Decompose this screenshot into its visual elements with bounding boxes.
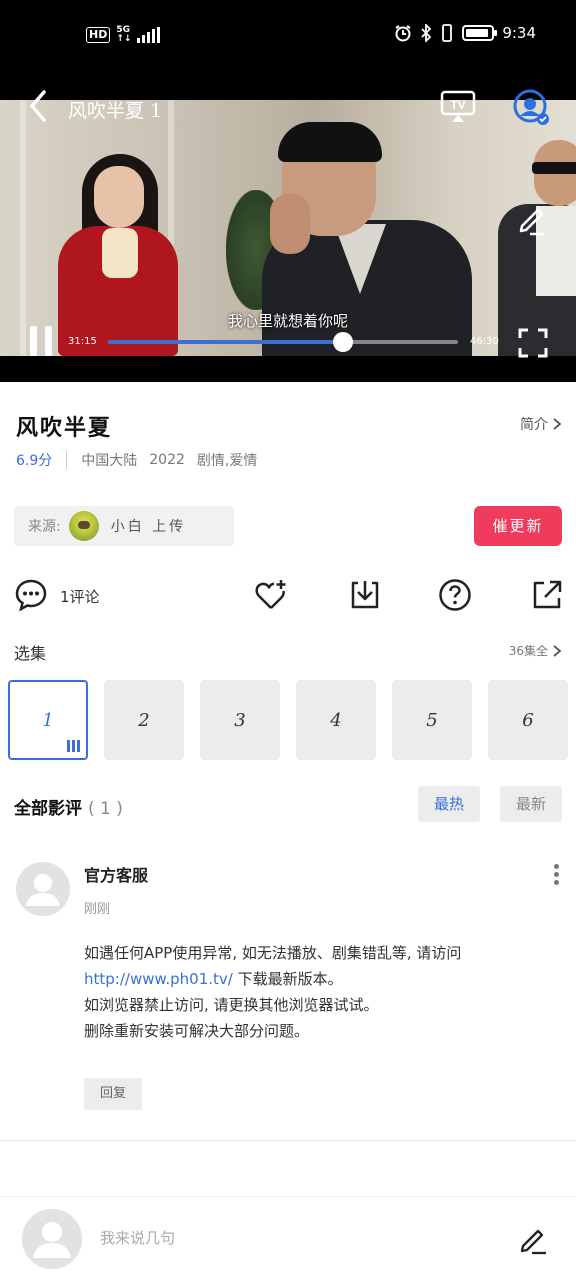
- comment-count[interactable]: 1评论: [60, 586, 100, 607]
- commenter-avatar-icon[interactable]: [16, 862, 70, 916]
- progress-bar[interactable]: [108, 332, 458, 352]
- uploader-name: 小白 上传: [110, 519, 187, 535]
- playing-indicator-icon: [67, 740, 80, 752]
- reply-button[interactable]: 回复: [84, 1078, 142, 1110]
- chevron-right-icon: [553, 644, 562, 657]
- download-icon[interactable]: [348, 578, 382, 612]
- episodes-all-label: 36集全: [508, 644, 548, 658]
- episodes-header: 选集 36集全: [14, 640, 562, 664]
- reviews-title-text: 全部影评: [14, 799, 82, 819]
- episode-number: 1: [42, 709, 54, 731]
- hd-badge: HD: [86, 27, 111, 43]
- total-time: 46:30: [470, 336, 499, 347]
- intro-link[interactable]: 简介: [520, 414, 562, 434]
- show-meta: 6.9分 中国大陆 2022 剧情,爱情: [16, 450, 257, 470]
- comment-input[interactable]: 我来说几句: [100, 1227, 175, 1248]
- current-time: 31:15: [68, 336, 97, 347]
- chevron-right-icon: [553, 418, 562, 430]
- episodes-label: 选集: [14, 644, 47, 663]
- status-right: 9:34: [394, 24, 536, 42]
- help-icon[interactable]: [438, 578, 472, 612]
- episode-item[interactable]: 4: [296, 680, 376, 760]
- episode-number: 4: [330, 709, 342, 731]
- back-icon[interactable]: [24, 88, 54, 124]
- source-label: 来源:: [28, 519, 61, 535]
- episodes-all-link[interactable]: 36集全: [509, 642, 562, 659]
- comment-line: 下载最新版本。: [232, 970, 343, 988]
- fullscreen-icon[interactable]: [518, 328, 548, 358]
- edit-icon[interactable]: [518, 1223, 548, 1255]
- danmaku-edit-icon[interactable]: [516, 202, 546, 236]
- status-bar: HD 5G ↑↓ 9:34: [0, 0, 576, 76]
- genre: 剧情,爱情: [196, 453, 258, 469]
- video-player[interactable]: 风吹半夏 1 TV 我心里就想着你呢 31:15 46:30: [0, 76, 576, 382]
- more-options-icon[interactable]: [552, 864, 560, 886]
- year: 2022: [149, 452, 185, 468]
- divider: [66, 451, 68, 469]
- favorite-add-icon[interactable]: [254, 578, 288, 612]
- network-indicator: 5G ↑↓: [116, 26, 131, 44]
- episode-item[interactable]: 3: [200, 680, 280, 760]
- video-subtitle: 我心里就想着你呢: [227, 312, 348, 330]
- alarm-icon: [395, 25, 411, 42]
- progress-fill: [108, 340, 343, 344]
- bluetooth-icon: [421, 24, 432, 42]
- progress-thumb[interactable]: [332, 332, 353, 352]
- show-title-row: 风吹半夏 简介: [16, 406, 562, 442]
- share-icon[interactable]: [530, 578, 564, 612]
- episode-item[interactable]: 2: [104, 680, 184, 760]
- intro-label: 简介: [520, 417, 548, 433]
- divider: [0, 1140, 576, 1141]
- battery-icon: [462, 25, 498, 41]
- comment-icon[interactable]: [14, 578, 48, 612]
- comment-line: 删除重新安装可解决大部分问题。: [84, 1022, 310, 1040]
- source-box[interactable]: 来源: 小白 上传: [14, 506, 234, 546]
- episode-item[interactable]: 1: [8, 680, 88, 760]
- request-update-button[interactable]: 催更新: [474, 506, 562, 546]
- reviews-header: 全部影评 ( 1 ) 最热 最新: [14, 786, 562, 822]
- sort-new-button[interactable]: 最新: [500, 786, 562, 822]
- player-title: 风吹半夏 1: [68, 100, 163, 122]
- user-avatar-icon[interactable]: [512, 88, 550, 126]
- comment-input-bar: 我来说几句: [0, 1196, 576, 1280]
- comment-time: 刚刚: [84, 902, 111, 917]
- episode-number: 3: [234, 709, 246, 731]
- reviews-title: 全部影评 ( 1 ): [14, 794, 123, 819]
- vibrate-icon: [442, 24, 453, 42]
- episode-number: 6: [522, 709, 534, 731]
- network-arrows: ↑↓: [116, 34, 132, 44]
- sort-hot-button[interactable]: 最热: [418, 786, 480, 822]
- signal-icon: [137, 27, 161, 43]
- show-title: 风吹半夏: [16, 415, 113, 441]
- clock: 9:34: [502, 24, 536, 42]
- comment-line: 如浏览器禁止访问, 请更换其他浏览器试试。: [84, 996, 379, 1014]
- my-avatar-icon: [22, 1209, 82, 1269]
- region: 中国大陆: [81, 453, 138, 469]
- comment-link[interactable]: http://www.ph01.tv/: [84, 970, 233, 988]
- status-left: HD 5G ↑↓: [86, 26, 161, 44]
- tv-cast-icon[interactable]: TV: [440, 90, 476, 124]
- comment-author[interactable]: 官方客服: [84, 862, 148, 886]
- episode-list: 1 2 3 4 5 6: [8, 680, 576, 760]
- player-top-bar: 风吹半夏 1 TV: [0, 76, 576, 140]
- comment-line: 如遇任何APP使用异常, 如无法播放、剧集错乱等, 请访问: [84, 944, 462, 962]
- svg-text:TV: TV: [450, 98, 465, 112]
- episode-number: 2: [138, 709, 150, 731]
- action-bar: 1评论: [0, 572, 576, 620]
- episode-item[interactable]: 5: [392, 680, 472, 760]
- episode-item[interactable]: 6: [488, 680, 568, 760]
- rating: 6.9分: [16, 453, 53, 469]
- episode-number: 5: [426, 709, 438, 731]
- reviews-count: ( 1 ): [88, 799, 123, 819]
- comment-body: 如遇任何APP使用异常, 如无法播放、剧集错乱等, 请访问 http://www…: [84, 940, 560, 1044]
- pause-icon[interactable]: [28, 326, 54, 356]
- uploader-avatar: [68, 511, 99, 541]
